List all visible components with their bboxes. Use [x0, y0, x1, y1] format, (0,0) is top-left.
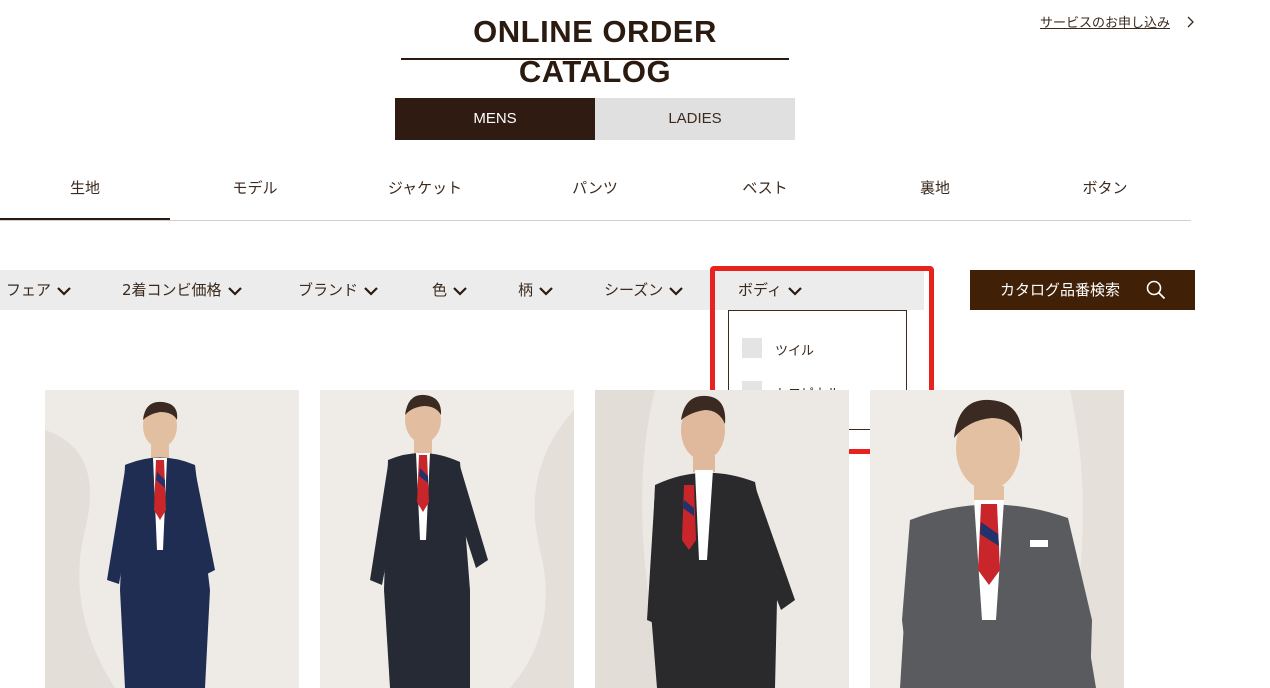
product-image: [45, 390, 299, 688]
filter-combi-price[interactable]: 2着コンビ価格: [122, 270, 242, 310]
filter-label: 柄: [518, 281, 534, 299]
filter-bar: フェア 2着コンビ価格 ブランド 色 柄 シーズン ボディ: [0, 270, 924, 310]
catalog-search-label: カタログ品番検索: [1000, 281, 1121, 299]
filter-label: 2着コンビ価格: [122, 281, 222, 299]
product-image: [870, 390, 1124, 688]
tab-vest[interactable]: ベスト: [680, 160, 850, 218]
service-application-link[interactable]: サービスのお申し込み: [1040, 12, 1194, 31]
category-tabs: 生地 モデル ジャケット パンツ ベスト 裏地 ボタン: [0, 160, 1191, 221]
filter-label: フェア: [6, 281, 52, 299]
chevron-down-icon: [453, 286, 467, 296]
tab-jacket[interactable]: ジャケット: [340, 160, 510, 218]
chevron-down-icon: [669, 286, 684, 296]
option-label: ツイル: [775, 344, 815, 359]
filter-pattern[interactable]: 柄: [518, 270, 553, 310]
chevron-down-icon: [788, 286, 802, 296]
tab-buttons[interactable]: ボタン: [1020, 160, 1190, 218]
product-image: [320, 390, 574, 688]
product-card[interactable]: [45, 390, 299, 688]
tab-pants[interactable]: パンツ: [510, 160, 680, 218]
filter-season[interactable]: シーズン: [604, 270, 684, 310]
tab-model[interactable]: モデル: [170, 160, 340, 218]
filter-color[interactable]: 色: [432, 270, 467, 310]
gender-toggle: MENS LADIES: [395, 98, 795, 140]
filter-label: シーズン: [604, 281, 664, 299]
product-card[interactable]: [320, 390, 574, 688]
tab-fabric[interactable]: 生地: [0, 160, 170, 220]
mens-button[interactable]: MENS: [395, 98, 595, 140]
chevron-down-icon: [539, 286, 553, 296]
filter-body[interactable]: ボディ: [738, 270, 802, 310]
filter-label: ブランド: [298, 281, 359, 299]
filter-brand[interactable]: ブランド: [298, 270, 378, 310]
product-card[interactable]: [595, 390, 849, 688]
checkbox[interactable]: [742, 338, 762, 358]
chevron-right-icon: [1187, 16, 1194, 28]
chevron-down-icon: [227, 286, 242, 296]
product-card[interactable]: [870, 390, 1124, 688]
filter-label: ボディ: [738, 281, 782, 299]
search-icon: [1146, 280, 1166, 300]
product-image: [595, 390, 849, 688]
service-link-label: サービスのお申し込み: [1040, 16, 1171, 31]
chevron-down-icon: [364, 286, 378, 296]
chevron-down-icon: [57, 286, 71, 296]
tab-lining[interactable]: 裏地: [850, 160, 1020, 218]
filter-fair[interactable]: フェア: [6, 270, 71, 310]
filter-label: 色: [432, 281, 448, 299]
catalog-number-search-button[interactable]: カタログ品番検索: [970, 270, 1195, 310]
ladies-button[interactable]: LADIES: [595, 98, 795, 140]
page-title: ONLINE ORDER CATALOG: [401, 12, 789, 89]
